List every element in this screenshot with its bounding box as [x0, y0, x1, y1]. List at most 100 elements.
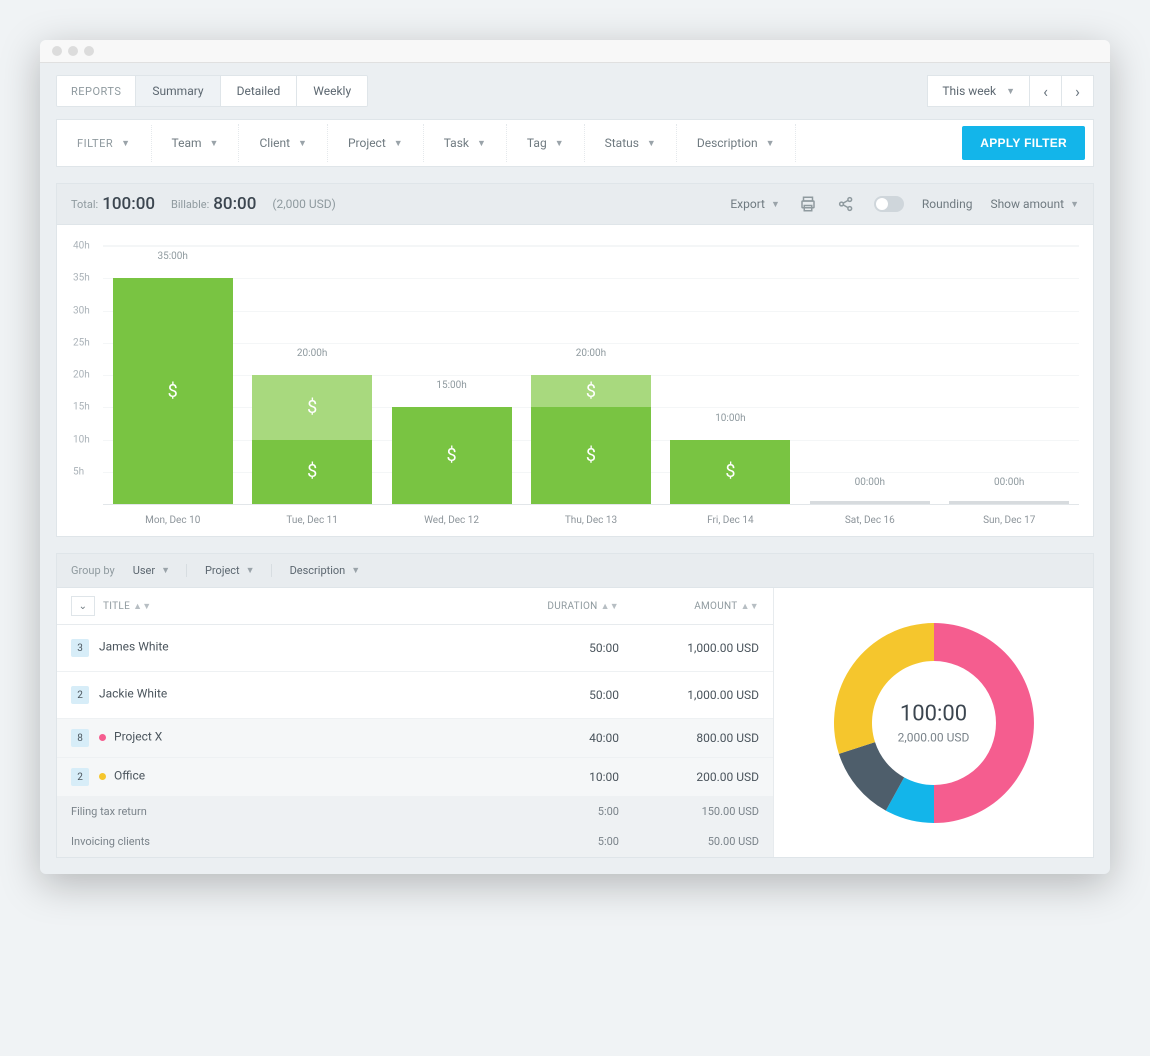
- donut-total: 100:00: [898, 701, 970, 726]
- filter-client[interactable]: Client▼: [239, 124, 327, 162]
- rounding-toggle[interactable]: [874, 196, 904, 212]
- date-next-button[interactable]: ›: [1062, 75, 1094, 107]
- sort-icon: ▲▼: [741, 602, 759, 612]
- row-duration: 50:00: [499, 641, 619, 655]
- bar-value-label: 00:00h: [800, 477, 939, 488]
- row-title: Office: [114, 769, 145, 783]
- tab-summary[interactable]: Summary: [136, 76, 220, 106]
- window-dot: [84, 46, 94, 56]
- row-title: Invoicing clients: [71, 835, 150, 848]
- row-title: James White: [99, 640, 169, 654]
- x-tick: Tue, Dec 11: [242, 505, 381, 526]
- table-row[interactable]: 8Project X40:00800.00 USD: [57, 719, 773, 758]
- show-amount-select[interactable]: Show amount▼: [990, 197, 1079, 211]
- bar-value-label: 20:00h: [521, 348, 660, 359]
- row-amount: 50.00 USD: [619, 835, 759, 848]
- filter-tag[interactable]: Tag▼: [507, 124, 585, 162]
- filter-team[interactable]: Team▼: [152, 124, 240, 162]
- reports-label: REPORTS: [57, 76, 136, 106]
- group-by-bar: Group by User▼ Project▼ Description▼: [56, 553, 1094, 587]
- filter-bar: FILTER ▼ Team▼ Client▼ Project▼ Task▼ Ta…: [56, 119, 1094, 167]
- row-count-badge: 2: [71, 768, 89, 786]
- chevron-down-icon: ▼: [1006, 86, 1015, 97]
- export-button[interactable]: Export▼: [730, 197, 780, 211]
- total-value: 100:00: [102, 194, 155, 214]
- group-by-project[interactable]: Project▼: [205, 564, 272, 577]
- chevron-down-icon: ▼: [394, 138, 403, 149]
- billable-label: Billable:: [171, 198, 209, 211]
- donut-panel: 100:00 2,000.00 USD: [773, 588, 1093, 857]
- donut-amount: 2,000.00 USD: [898, 730, 970, 744]
- x-tick: Fri, Dec 14: [661, 505, 800, 526]
- row-amount: 1,000.00 USD: [619, 688, 759, 702]
- tab-weekly[interactable]: Weekly: [297, 76, 367, 106]
- col-duration[interactable]: DURATION▲▼: [499, 601, 619, 612]
- row-count-badge: 2: [71, 686, 89, 704]
- tab-detailed[interactable]: Detailed: [221, 76, 298, 106]
- filter-project[interactable]: Project▼: [328, 124, 424, 162]
- chevron-down-icon: ▼: [246, 565, 255, 576]
- date-range-select[interactable]: This week ▼: [927, 75, 1030, 107]
- share-icon[interactable]: [836, 194, 856, 214]
- bar-column: 00:00h: [800, 246, 939, 504]
- table-row[interactable]: Invoicing clients 5:0050.00 USD: [57, 827, 773, 857]
- filter-task[interactable]: Task▼: [424, 124, 507, 162]
- bar-value-label: 10:00h: [661, 413, 800, 424]
- x-tick: Thu, Dec 13: [521, 505, 660, 526]
- table-row[interactable]: 2Jackie White50:001,000.00 USD: [57, 672, 773, 719]
- row-title: Filing tax return: [71, 805, 147, 818]
- total-label: Total:: [71, 198, 98, 211]
- chevron-down-icon: ▼: [477, 138, 486, 149]
- row-count-badge: 3: [71, 639, 89, 657]
- bar-column: 15:00h$: [382, 246, 521, 504]
- bar-column: 00:00h: [940, 246, 1079, 504]
- y-tick: 25h: [73, 337, 90, 348]
- print-icon[interactable]: [798, 194, 818, 214]
- col-amount[interactable]: AMOUNT▲▼: [619, 601, 759, 612]
- chevron-down-icon: ▼: [298, 138, 307, 149]
- bar-column: 10:00h$: [661, 246, 800, 504]
- bar-column: 35:00h$: [103, 246, 242, 504]
- expand-all-button[interactable]: ⌄: [71, 596, 95, 616]
- stats-header: Total: 100:00 Billable: 80:00 (2,000 USD…: [57, 184, 1093, 225]
- date-range-label: This week: [942, 84, 996, 98]
- row-title: Jackie White: [99, 687, 167, 701]
- y-tick: 20h: [73, 370, 90, 381]
- col-title[interactable]: TITLE▲▼: [103, 601, 499, 612]
- x-tick: Mon, Dec 10: [103, 505, 242, 526]
- row-amount: 200.00 USD: [619, 770, 759, 784]
- row-title: Project X: [114, 730, 162, 744]
- filter-description[interactable]: Description▼: [677, 124, 796, 162]
- billable-amount: (2,000 USD): [272, 197, 335, 211]
- table-row[interactable]: 3James White50:001,000.00 USD: [57, 625, 773, 672]
- table-row[interactable]: Filing tax return5:00150.00 USD: [57, 797, 773, 827]
- table-row[interactable]: 2 Office 10:00200.00 USD: [57, 758, 773, 797]
- sort-icon: ▲▼: [601, 602, 619, 612]
- donut-chart: 100:00 2,000.00 USD: [824, 613, 1044, 833]
- date-prev-button[interactable]: ‹: [1030, 75, 1062, 107]
- row-amount: 150.00 USD: [619, 805, 759, 818]
- chevron-down-icon: ▼: [647, 138, 656, 149]
- project-color-dot: [99, 734, 106, 741]
- y-tick: 10h: [73, 434, 90, 445]
- filter-label: FILTER ▼: [57, 125, 152, 162]
- row-duration: 10:00: [499, 770, 619, 784]
- window-dot: [68, 46, 78, 56]
- group-by-user[interactable]: User▼: [133, 564, 187, 577]
- x-tick: Sun, Dec 17: [940, 505, 1079, 526]
- group-by-description[interactable]: Description▼: [290, 564, 377, 577]
- y-tick: 40h: [73, 241, 90, 252]
- billable-value: 80:00: [213, 194, 256, 214]
- chevron-down-icon: ▼: [766, 138, 775, 149]
- y-tick: 5h: [73, 466, 84, 477]
- window-dot: [52, 46, 62, 56]
- bar-value-label: 20:00h: [242, 348, 381, 359]
- apply-filter-button[interactable]: APPLY FILTER: [962, 126, 1085, 160]
- row-duration: 5:00: [499, 835, 619, 848]
- window-titlebar: [40, 40, 1110, 63]
- rounding-label: Rounding: [922, 197, 973, 211]
- sort-icon: ▲▼: [133, 602, 151, 612]
- chevron-down-icon: ▼: [210, 138, 219, 149]
- filter-label-text: FILTER: [77, 137, 113, 150]
- filter-status[interactable]: Status▼: [585, 124, 677, 162]
